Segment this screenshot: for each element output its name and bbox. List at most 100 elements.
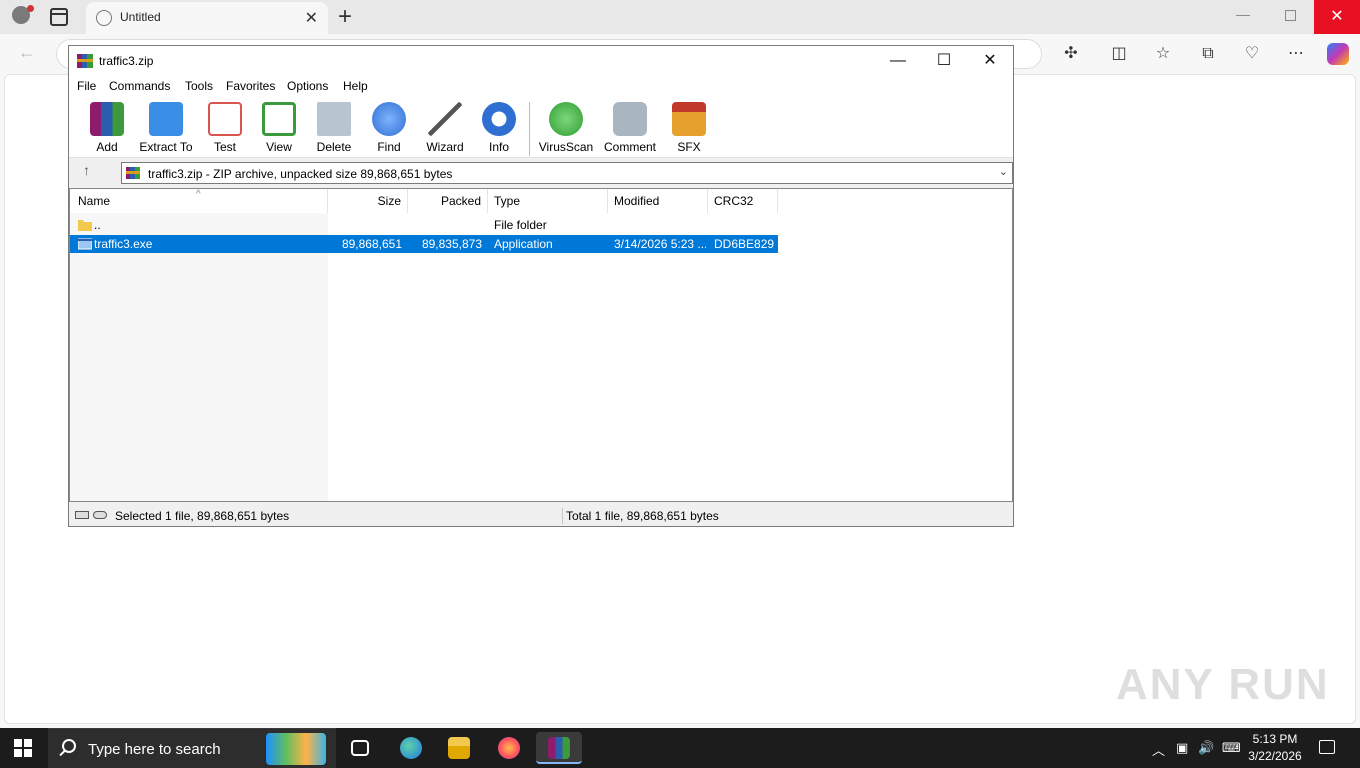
menu-file[interactable]: File <box>77 79 96 93</box>
tab-actions-icon[interactable] <box>50 8 68 26</box>
menu-commands[interactable]: Commands <box>109 79 170 93</box>
search-placeholder: Type here to search <box>88 741 221 758</box>
comment-button[interactable]: Comment <box>600 100 660 156</box>
comment-icon <box>613 102 647 136</box>
search-highlight-icon <box>266 733 326 765</box>
browser-close-button[interactable]: ✕ <box>1314 0 1360 34</box>
info-button[interactable]: Info <box>469 100 529 156</box>
sfx-button[interactable]: SFX <box>659 100 719 156</box>
path-bar: ↑ traffic3.zip - ZIP archive, unpacked s… <box>69 158 1013 186</box>
winrar-titlebar: traffic3.zip — ☐ ✕ <box>69 46 1013 76</box>
winrar-window: traffic3.zip — ☐ ✕ File Commands Tools F… <box>68 45 1014 527</box>
show-hidden-icons-icon[interactable]: ︿ <box>1152 740 1165 759</box>
minimize-icon[interactable]: — <box>1236 6 1250 22</box>
column-header-packed[interactable]: Packed <box>408 189 488 213</box>
test-checklist-icon <box>208 102 242 136</box>
path-text: traffic3.zip - ZIP archive, unpacked siz… <box>148 167 453 181</box>
menu-help[interactable]: Help <box>343 79 368 93</box>
more-menu-icon[interactable]: ⋯ <box>1286 44 1306 64</box>
clock-date: 3/22/2026 <box>1248 749 1302 763</box>
status-total: Total 1 file, 89,868,651 bytes <box>566 509 719 523</box>
magic-wand-icon <box>428 102 462 136</box>
status-bar: Selected 1 file, 89,868,651 bytes Total … <box>69 506 1013 526</box>
winrar-app-icon <box>77 54 93 68</box>
file-explorer-icon[interactable] <box>441 732 477 764</box>
profile-icon[interactable] <box>8 5 34 29</box>
winrar-toolbar: Add Extract To Test View Delete Find Wiz… <box>69 96 1013 158</box>
folder-icon <box>78 220 92 231</box>
minimize-icon[interactable]: — <box>883 50 913 72</box>
status-divider <box>562 508 563 524</box>
column-header-crc32[interactable]: CRC32 <box>708 189 778 213</box>
chevron-down-icon[interactable]: ⌄ <box>999 165 1008 178</box>
menu-tools[interactable]: Tools <box>185 79 213 93</box>
sort-ascending-icon: ^ <box>196 189 201 200</box>
column-header-type[interactable]: Type <box>488 189 608 213</box>
search-icon <box>62 739 76 753</box>
menu-favorites[interactable]: Favorites <box>226 79 275 93</box>
menu-bar: File Commands Tools Favorites Options He… <box>69 76 1013 96</box>
watermark: ANY RUN <box>1116 660 1330 709</box>
table-row[interactable]: traffic3.exe 89,868,651 89,835,873 Appli… <box>70 235 778 253</box>
back-arrow-icon[interactable]: ← <box>18 42 36 63</box>
input-language-icon[interactable]: ⌨ <box>1222 740 1241 756</box>
view-book-icon <box>262 102 296 136</box>
delete-button[interactable]: Delete <box>304 100 364 156</box>
copilot-icon[interactable] <box>1327 43 1349 65</box>
drive-status-icon <box>75 511 109 521</box>
find-button[interactable]: Find <box>359 100 419 156</box>
winrar-taskbar-icon[interactable] <box>536 732 582 764</box>
column-header-modified[interactable]: Modified <box>608 189 708 213</box>
favorites-icon[interactable]: ☆ <box>1153 44 1173 64</box>
network-icon[interactable]: ▣ <box>1176 740 1188 756</box>
extract-folder-icon <box>149 102 183 136</box>
windows-start-icon[interactable] <box>14 739 32 757</box>
extensions-icon[interactable]: ✣ <box>1061 44 1081 64</box>
notification-center-icon[interactable] <box>1319 740 1335 754</box>
table-row[interactable]: .. File folder <box>70 216 778 234</box>
add-archive-icon <box>90 102 124 136</box>
window-title: traffic3.zip <box>99 54 154 68</box>
close-icon[interactable]: ✕ <box>305 8 318 28</box>
column-header-name[interactable]: Name ^ <box>70 189 328 213</box>
maximize-icon[interactable]: ☐ <box>929 50 959 72</box>
clock-time: 5:13 PM <box>1252 732 1298 746</box>
wizard-button[interactable]: Wizard <box>415 100 475 156</box>
up-arrow-icon[interactable]: ↑ <box>83 162 90 178</box>
status-selected: Selected 1 file, 89,868,651 bytes <box>115 509 290 523</box>
task-view-icon[interactable] <box>342 732 378 764</box>
virus-scan-icon <box>549 102 583 136</box>
restore-icon[interactable] <box>1285 10 1296 21</box>
toolbar-separator <box>529 102 530 156</box>
taskbar-search[interactable]: Type here to search <box>48 728 336 768</box>
collections-icon[interactable]: ⧉ <box>1198 44 1218 64</box>
browser-essentials-icon[interactable]: ♡ <box>1242 44 1262 64</box>
edge-icon[interactable] <box>393 732 429 764</box>
column-header-size[interactable]: Size <box>328 189 408 213</box>
sfx-box-icon <box>672 102 706 136</box>
info-icon <box>482 102 516 136</box>
path-combobox[interactable]: traffic3.zip - ZIP archive, unpacked siz… <box>121 162 1013 184</box>
menu-options[interactable]: Options <box>287 79 328 93</box>
winrar-archive-icon <box>126 167 140 179</box>
split-screen-icon[interactable]: ◫ <box>1109 44 1129 64</box>
volume-icon[interactable]: 🔊 <box>1198 740 1214 756</box>
system-clock[interactable]: 5:13 PM 3/22/2026 <box>1240 731 1310 765</box>
test-button[interactable]: Test <box>195 100 255 156</box>
magnifier-icon <box>372 102 406 136</box>
application-exe-icon <box>78 238 92 250</box>
file-list: Name ^ Size Packed Type Modified CRC32 ..… <box>69 188 1013 502</box>
tab-title: Untitled <box>120 10 161 24</box>
add-button[interactable]: Add <box>77 100 137 156</box>
firefox-icon[interactable] <box>491 732 527 764</box>
taskbar: Type here to search ︿ ▣ 🔊 ⌨ 5:13 PM 3/22… <box>0 728 1360 768</box>
view-button[interactable]: View <box>249 100 309 156</box>
virusscan-button[interactable]: VirusScan <box>536 100 596 156</box>
browser-tab[interactable]: Untitled ✕ <box>86 2 328 34</box>
extract-to-button[interactable]: Extract To <box>136 100 196 156</box>
plus-icon[interactable]: + <box>338 3 352 31</box>
trash-icon <box>317 102 351 136</box>
globe-icon <box>96 10 112 26</box>
close-icon[interactable]: ✕ <box>975 50 1005 72</box>
browser-tabstrip: Untitled ✕ + — ✕ <box>0 0 1360 34</box>
